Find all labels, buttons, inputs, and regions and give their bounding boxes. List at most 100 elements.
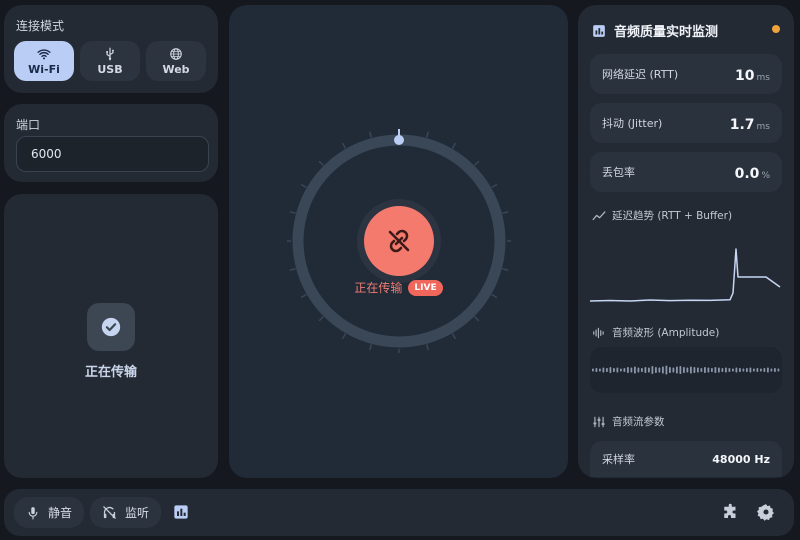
wave-bar — [655, 367, 657, 373]
mode-selector: Wi-Fi USB Web — [14, 41, 206, 81]
live-status-text: 正在传输 — [354, 281, 403, 295]
wave-bar — [592, 368, 594, 372]
metric-loss-label: 丢包率 — [602, 166, 635, 179]
stats-button[interactable] — [169, 500, 193, 524]
wave-bar — [665, 365, 668, 375]
dial-tick — [341, 142, 347, 149]
wave-bar — [728, 368, 731, 372]
wave-bar — [711, 368, 713, 372]
wave-bar — [679, 366, 682, 374]
stream-dial-panel: 正在传输 LIVE — [229, 5, 568, 478]
monitor-button[interactable]: 监听 — [90, 497, 162, 528]
settings-button[interactable] — [754, 500, 778, 524]
monitor-status-dot — [772, 25, 780, 33]
port-title: 端口 — [16, 118, 41, 132]
globe-icon — [170, 47, 182, 60]
metric-loss-value: 0.0 — [734, 165, 760, 182]
dial-tick — [318, 316, 324, 322]
transfer-status-card: 正在传输 — [4, 194, 218, 478]
metric-jitter-unit: ms — [756, 121, 770, 132]
metric-rtt: 网络延迟 (RTT) 10 ms — [590, 54, 782, 94]
dial-tick — [451, 333, 457, 340]
wave-bar — [630, 367, 633, 373]
wave-bar — [595, 368, 598, 372]
transfer-status-label: 正在传输 — [84, 364, 137, 380]
dial-tick — [425, 344, 429, 351]
wave-bar — [693, 367, 696, 373]
dial-tick — [491, 183, 498, 189]
wave-bar — [756, 368, 759, 372]
wave-bar — [658, 367, 661, 373]
wave-bar — [676, 366, 678, 374]
wave-bar — [686, 367, 689, 373]
wave-bar — [672, 367, 675, 373]
level-dial — [287, 129, 511, 353]
wave-section-title: 音频波形 (Amplitude) — [592, 325, 719, 340]
metric-jitter-value: 1.7 — [729, 116, 755, 133]
monitor-label: 监听 — [125, 506, 150, 520]
dial-tick — [451, 142, 457, 149]
mode-web-button[interactable]: Web — [146, 41, 206, 81]
wave-bar — [602, 367, 605, 373]
mode-usb-button[interactable]: USB — [80, 41, 140, 81]
dial-tick — [474, 160, 480, 166]
usb-icon — [106, 47, 114, 60]
dial-tick — [369, 344, 373, 351]
wave-bar — [613, 368, 615, 372]
latency-trend-chart — [590, 248, 781, 302]
record-button[interactable] — [364, 206, 434, 276]
headphones-off-icon — [103, 506, 116, 519]
wave-bar — [767, 367, 769, 373]
dial-tick — [425, 131, 429, 138]
metric-jitter: 抖动 (Jitter) 1.7 ms — [590, 103, 782, 143]
mute-label: 静音 — [48, 506, 73, 520]
param-sample-rate-label: 采样率 — [602, 453, 635, 466]
check-circle-icon — [87, 302, 135, 351]
plugins-button[interactable] — [719, 500, 743, 524]
bar-chart-icon — [593, 24, 605, 37]
wave-bar — [721, 368, 724, 372]
wave-bar — [616, 367, 619, 373]
wave-bar — [749, 367, 752, 373]
wave-bar — [707, 367, 710, 373]
wave-bar — [606, 368, 608, 372]
trend-section-title: 延迟趋势 (RTT + Buffer) — [592, 208, 732, 223]
live-badge: LIVE — [408, 279, 443, 296]
wave-bar — [634, 366, 636, 374]
monitor-title: 音频质量实时监测 — [614, 25, 719, 40]
wifi-icon — [37, 48, 51, 59]
wave-bar — [718, 367, 720, 373]
metric-rtt-value: 10 — [735, 67, 755, 84]
wave-bar — [770, 368, 773, 372]
wave-bar — [774, 368, 776, 372]
mode-wifi-label: Wi-Fi — [28, 62, 60, 76]
live-status-row: 正在传输 LIVE — [229, 279, 568, 296]
wave-bar — [735, 367, 738, 373]
param-sample-rate: 采样率 48000 Hz — [590, 441, 782, 477]
wave-bar — [599, 368, 601, 372]
quality-monitor-panel: 音频质量实时监测 网络延迟 (RTT) 10 ms 抖动 (Jitter) 1.7… — [578, 5, 794, 478]
wave-bar — [739, 368, 741, 372]
wave-bar — [648, 367, 650, 373]
metric-loss-unit: % — [761, 170, 770, 181]
port-input[interactable]: 6000 — [16, 136, 209, 172]
mute-button[interactable]: 静音 — [14, 497, 85, 528]
wave-bar — [690, 366, 692, 374]
stats-chart-icon — [174, 505, 188, 519]
microphone-icon — [28, 506, 38, 519]
wave-bar — [623, 368, 626, 372]
amplitude-waveform — [590, 347, 782, 393]
gear-icon — [757, 504, 774, 521]
equalizer-icon — [593, 416, 605, 427]
metric-jitter-label: 抖动 (Jitter) — [602, 117, 663, 130]
waveform-icon — [593, 327, 604, 338]
wave-bar — [637, 367, 640, 373]
connection-mode-title: 连接模式 — [16, 19, 65, 33]
port-card: 端口 6000 — [4, 104, 218, 182]
wave-bar — [669, 367, 671, 373]
wave-bar — [683, 367, 685, 373]
wave-bar — [609, 367, 612, 373]
wave-bar — [627, 367, 629, 373]
mode-wifi-button[interactable]: Wi-Fi — [14, 41, 74, 81]
wave-bar — [760, 368, 762, 372]
